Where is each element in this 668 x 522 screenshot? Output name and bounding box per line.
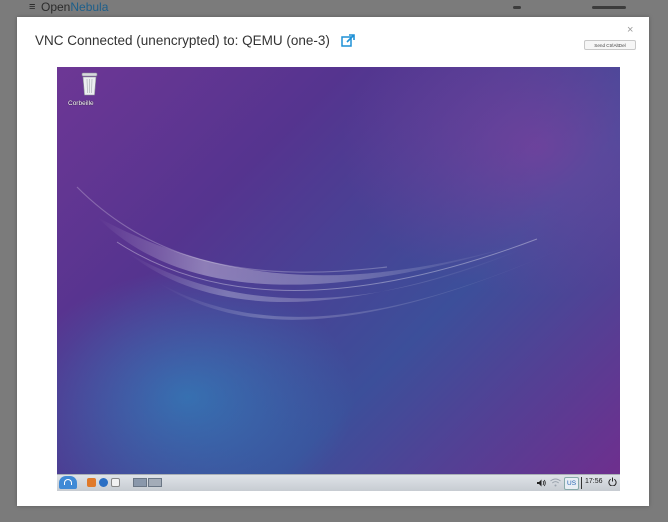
header-zone-menu[interactable] <box>592 6 626 9</box>
remote-desktop[interactable]: Corbeille <box>57 67 620 474</box>
file-manager-icon[interactable] <box>87 478 96 487</box>
taskbar: US 17:56 <box>57 474 620 491</box>
vnc-modal: VNC Connected (unencrypted) to: QEMU (on… <box>17 17 649 506</box>
send-ctrl-alt-del-button[interactable]: Send CtrlAltDel <box>584 40 636 50</box>
taskbar-window-button[interactable] <box>133 478 147 487</box>
power-icon[interactable] <box>608 477 617 486</box>
taskbar-separator <box>581 477 582 489</box>
header-user-menu[interactable] <box>513 6 521 9</box>
opennebula-logo: OpenNebula <box>41 0 109 14</box>
wifi-icon[interactable] <box>550 478 561 487</box>
vnc-screen[interactable]: Corbeille US 17:56 <box>57 67 620 491</box>
start-menu-icon[interactable] <box>59 476 77 489</box>
hamburger-icon[interactable]: ≡ <box>29 2 39 13</box>
taskbar-window-button[interactable] <box>148 478 162 487</box>
trash-icon[interactable] <box>81 72 98 96</box>
volume-icon[interactable] <box>537 479 546 487</box>
background-header: ≡ OpenNebula <box>0 0 668 16</box>
show-desktop-icon[interactable] <box>111 478 120 487</box>
wallpaper-wave <box>76 186 577 320</box>
browser-icon[interactable] <box>99 478 108 487</box>
close-button[interactable]: × <box>627 24 633 36</box>
clock[interactable]: 17:56 <box>585 478 603 485</box>
trash-label[interactable]: Corbeille <box>68 100 94 107</box>
external-link-icon[interactable] <box>341 34 355 48</box>
keyboard-layout-indicator[interactable]: US <box>564 477 580 490</box>
modal-title: VNC Connected (unencrypted) to: QEMU (on… <box>35 33 330 48</box>
